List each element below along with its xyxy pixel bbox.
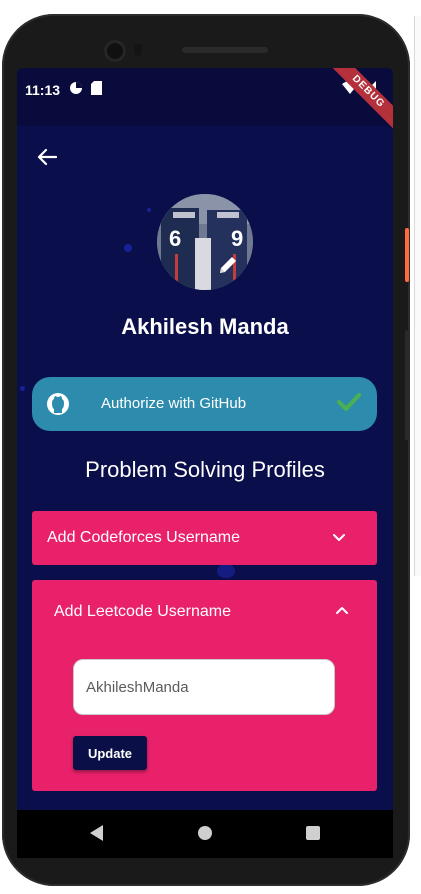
section-title: Problem Solving Profiles — [85, 457, 325, 482]
chevron-up-icon[interactable] — [335, 602, 349, 620]
front-camera — [104, 40, 126, 62]
volume-button — [405, 330, 409, 440]
chevron-down-icon[interactable] — [332, 530, 346, 548]
codeforces-panel-header[interactable]: Add Codeforces Username — [32, 511, 377, 565]
leetcode-panel-label[interactable]: Add Leetcode Username — [54, 603, 231, 621]
leetcode-username-input[interactable] — [73, 659, 335, 715]
power-button — [405, 228, 409, 282]
background-particle — [147, 208, 151, 212]
app-screen: 11:13 DEBUG 6 9 Akhilesh Manda Authorize… — [17, 68, 393, 858]
background-particle — [217, 564, 235, 578]
system-nav-bar — [17, 810, 393, 858]
github-button-label: Authorize with GitHub — [101, 395, 247, 412]
authorize-github-button[interactable]: Authorize with GitHub — [32, 377, 377, 431]
status-bar: 11:13 DEBUG — [17, 68, 393, 137]
pencil-icon[interactable] — [217, 254, 239, 281]
check-icon — [336, 391, 362, 418]
codeforces-panel-label: Add Codeforces Username — [47, 529, 240, 546]
sd-card-icon — [91, 81, 102, 100]
front-sensor — [134, 44, 142, 56]
square-recents-icon[interactable] — [305, 824, 321, 847]
triangle-back-icon[interactable] — [89, 824, 105, 847]
arrow-left-icon[interactable] — [37, 148, 58, 171]
github-icon — [46, 392, 70, 421]
debug-banner: DEBUG — [323, 68, 393, 137]
data-saver-icon — [69, 81, 83, 100]
circle-home-icon[interactable] — [197, 824, 213, 847]
background-particle — [124, 244, 132, 252]
status-time: 11:13 — [25, 82, 61, 98]
background-particle — [20, 386, 25, 391]
profile-name: Akhilesh Manda — [121, 314, 289, 339]
leetcode-panel: Add Leetcode Username Update — [32, 580, 377, 791]
earpiece-speaker — [182, 47, 268, 53]
jersey-number-right: 9 — [231, 226, 243, 251]
jersey-number-left: 6 — [169, 226, 181, 251]
background-window-edge — [414, 16, 421, 576]
update-button[interactable]: Update — [73, 736, 147, 770]
